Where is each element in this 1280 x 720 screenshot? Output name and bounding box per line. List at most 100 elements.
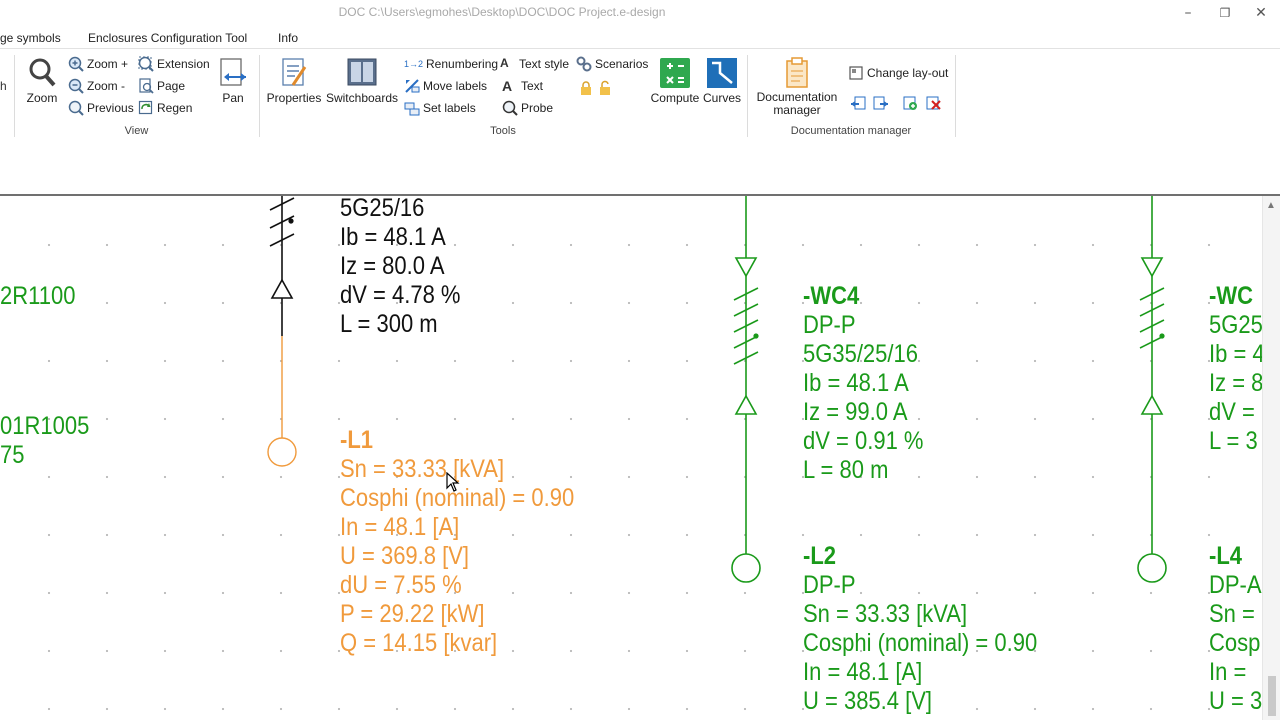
text-button[interactable]: A Text bbox=[502, 77, 543, 95]
regen-button[interactable]: Regen bbox=[138, 99, 192, 117]
unlock-icon[interactable] bbox=[597, 80, 613, 96]
drawing-canvas[interactable]: 2R1100 01R1005 75 5G25/16 Ib = 48.1 A Iz… bbox=[0, 196, 1262, 720]
zoom-out-button[interactable]: Zoom - bbox=[68, 77, 125, 95]
tab-symbols[interactable]: ge symbols bbox=[0, 31, 61, 45]
curves-button[interactable]: Curves bbox=[702, 57, 742, 105]
zoom-out-icon bbox=[68, 78, 84, 94]
left-label-1: 2R1100 bbox=[0, 282, 76, 310]
documentation-tools bbox=[850, 95, 941, 116]
cable4-line: 5G35/25/16 bbox=[803, 340, 918, 368]
view-group-label: View bbox=[124, 125, 149, 137]
circuit-4-symbol bbox=[731, 196, 761, 583]
switchboards-button[interactable]: Switchboards bbox=[325, 57, 399, 105]
circuit-1-symbol bbox=[269, 196, 295, 336]
cable1-line: Ib = 48.1 A bbox=[340, 223, 446, 251]
move-labels-label: Move labels bbox=[423, 79, 488, 93]
load4-line: Sn = bbox=[1209, 600, 1255, 628]
circuit-5-symbol bbox=[1137, 196, 1167, 583]
renumbering-button[interactable]: 1→2 Renumbering bbox=[404, 55, 498, 73]
page-label: Page bbox=[157, 79, 186, 93]
move-labels-button[interactable]: Move labels bbox=[404, 77, 487, 95]
pan-button[interactable]: Pan bbox=[216, 57, 250, 105]
cable4-name[interactable]: -WC4 bbox=[803, 282, 859, 311]
compute-button[interactable]: Compute bbox=[648, 57, 702, 105]
previous-button[interactable]: Previous bbox=[68, 99, 134, 117]
load2-line: DP-P bbox=[803, 571, 856, 599]
lock-icon bbox=[578, 80, 594, 96]
change-layout-label: Change lay-out bbox=[867, 66, 949, 80]
cable4-line: Iz = 99.0 A bbox=[803, 398, 908, 426]
scrollbar-thumb[interactable] bbox=[1268, 676, 1276, 716]
load1-line: U = 369.8 [V] bbox=[340, 542, 470, 570]
scroll-up-icon[interactable]: ▲ bbox=[1266, 200, 1276, 211]
export-icon[interactable] bbox=[873, 95, 889, 116]
extension-label: Extension bbox=[157, 57, 210, 71]
cable5-line: dV = bbox=[1209, 398, 1255, 426]
separator bbox=[955, 55, 956, 137]
close-button[interactable]: ✕ bbox=[1244, 2, 1278, 24]
import-icon[interactable] bbox=[850, 95, 866, 116]
load2-line: Sn = 33.33 [kVA] bbox=[803, 600, 968, 628]
extension-icon bbox=[138, 56, 154, 72]
move-labels-icon bbox=[404, 78, 420, 94]
load2-line: U = 385.4 [V] bbox=[803, 687, 933, 715]
cable4-line: dV = 0.91 % bbox=[803, 427, 924, 455]
tab-enclosures[interactable]: Enclosures Configuration Tool bbox=[88, 31, 247, 45]
switchboard-icon bbox=[346, 57, 378, 89]
compute-label: Compute bbox=[650, 91, 700, 105]
cable1-line: dV = 4.78 % bbox=[340, 281, 461, 309]
ribbon-tabs: ge symbols Enclosures Configuration Tool… bbox=[0, 28, 1280, 48]
properties-button[interactable]: Properties bbox=[266, 57, 322, 105]
regen-icon bbox=[138, 100, 154, 116]
mouse-cursor-icon bbox=[446, 471, 460, 497]
load2-line: In = 48.1 [A] bbox=[803, 658, 923, 686]
vertical-scrollbar[interactable]: ▲ bbox=[1262, 196, 1280, 720]
text-style-button[interactable]: A Text style bbox=[500, 55, 569, 73]
zoom-in-button[interactable]: Zoom + bbox=[68, 55, 128, 73]
restore-button[interactable]: ❐ bbox=[1208, 2, 1242, 24]
text-label: Text bbox=[521, 79, 544, 93]
delete-page-icon[interactable] bbox=[925, 95, 941, 116]
add-page-icon[interactable] bbox=[902, 95, 918, 116]
load4-name[interactable]: -L4 bbox=[1209, 542, 1242, 571]
load1-line: Q = 14.15 [kvar] bbox=[340, 629, 498, 657]
probe-button[interactable]: Probe bbox=[502, 99, 553, 117]
minimize-button[interactable]: – bbox=[1171, 2, 1205, 24]
load2-name[interactable]: -L2 bbox=[803, 542, 836, 571]
documentation-manager-button[interactable]: Documentation manager bbox=[754, 57, 840, 117]
toolbar-area bbox=[0, 140, 1280, 195]
cable5-line: Ib = 4 bbox=[1209, 340, 1262, 368]
cable1-line: L = 300 m bbox=[340, 310, 438, 338]
set-labels-button[interactable]: Set labels bbox=[404, 99, 476, 117]
page-icon bbox=[138, 78, 154, 94]
cable5-name[interactable]: -WC bbox=[1209, 282, 1253, 311]
cable4-line: L = 80 m bbox=[803, 456, 889, 484]
title-bar: DOC C:\Users\egmohes\Desktop\DOC\DOC Pro… bbox=[0, 0, 1280, 26]
change-layout-button[interactable]: Change lay-out bbox=[848, 64, 948, 82]
extension-button[interactable]: Extension bbox=[138, 55, 210, 73]
page-button[interactable]: Page bbox=[138, 77, 185, 95]
text-icon: A bbox=[502, 78, 513, 94]
cable5-line: L = 3 bbox=[1209, 427, 1258, 455]
tab-info[interactable]: Info bbox=[278, 31, 298, 45]
properties-label: Properties bbox=[266, 91, 322, 105]
cable5-line: 5G25 bbox=[1209, 311, 1262, 339]
probe-label: Probe bbox=[521, 101, 554, 115]
switchboards-label: Switchboards bbox=[325, 91, 399, 105]
cable5-line: Iz = 8 bbox=[1209, 369, 1262, 397]
zoom-out-label: Zoom - bbox=[87, 79, 126, 93]
pan-icon bbox=[218, 57, 248, 89]
text-style-icon: A bbox=[500, 56, 509, 70]
left-label-2: 01R1005 bbox=[0, 412, 90, 440]
load4-line: In = bbox=[1209, 658, 1247, 686]
zoom-label: Zoom bbox=[26, 91, 58, 105]
scenarios-icon bbox=[576, 56, 592, 72]
magnifier-icon bbox=[27, 57, 57, 89]
lock-button[interactable] bbox=[578, 79, 616, 97]
load1-name[interactable]: -L1 bbox=[340, 426, 373, 455]
properties-icon bbox=[279, 57, 309, 89]
scenarios-button[interactable]: Scenarios bbox=[576, 55, 648, 73]
cable4-line: DP-P bbox=[803, 311, 856, 339]
zoom-button[interactable]: Zoom bbox=[24, 57, 60, 105]
app-window: DOC C:\Users\egmohes\Desktop\DOC\DOC Pro… bbox=[0, 0, 1280, 720]
